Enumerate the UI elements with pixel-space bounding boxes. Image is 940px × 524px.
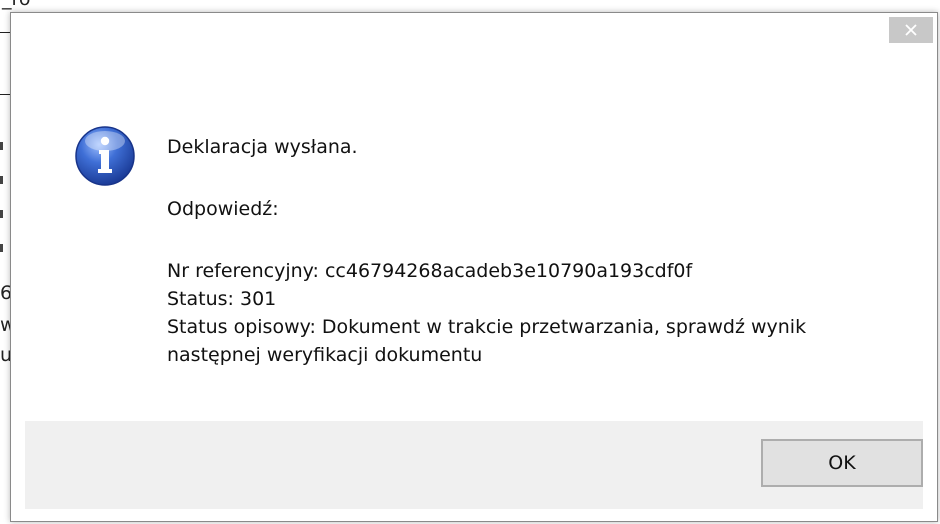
message-status-description-cont: następnej weryfikacji dokumentu [167,344,483,366]
background-window-mark [0,142,3,150]
background-window-mark [0,210,3,218]
close-button[interactable] [889,17,933,43]
message-dialog: Deklaracja wysłana. Odpowiedź: Nr refere… [10,12,938,522]
message-response-label: Odpowiedź: [167,198,279,220]
information-icon [75,126,135,186]
close-icon [905,24,917,36]
dialog-footer: OK [25,421,923,509]
screen: _ro 6 w u [0,0,940,524]
background-window-mark [0,176,3,184]
dialog-message: Deklaracja wysłana. Odpowiedź: Nr refere… [167,133,907,369]
background-window-title-fragment: _ro [2,0,31,9]
message-reference-number: Nr referencyjny: cc46794268acadeb3e10790… [167,260,693,282]
message-title: Deklaracja wysłana. [167,136,358,158]
background-window-divider [0,94,10,95]
background-window-divider [0,32,10,33]
ok-button[interactable]: OK [761,439,923,487]
dialog-titlebar[interactable] [11,13,937,47]
background-window-mark [0,244,3,252]
dialog-content: Deklaracja wysłana. Odpowiedź: Nr refere… [25,47,923,421]
message-status-description: Status opisowy: Dokument w trakcie przet… [167,316,807,338]
message-status: Status: 301 [167,288,277,310]
